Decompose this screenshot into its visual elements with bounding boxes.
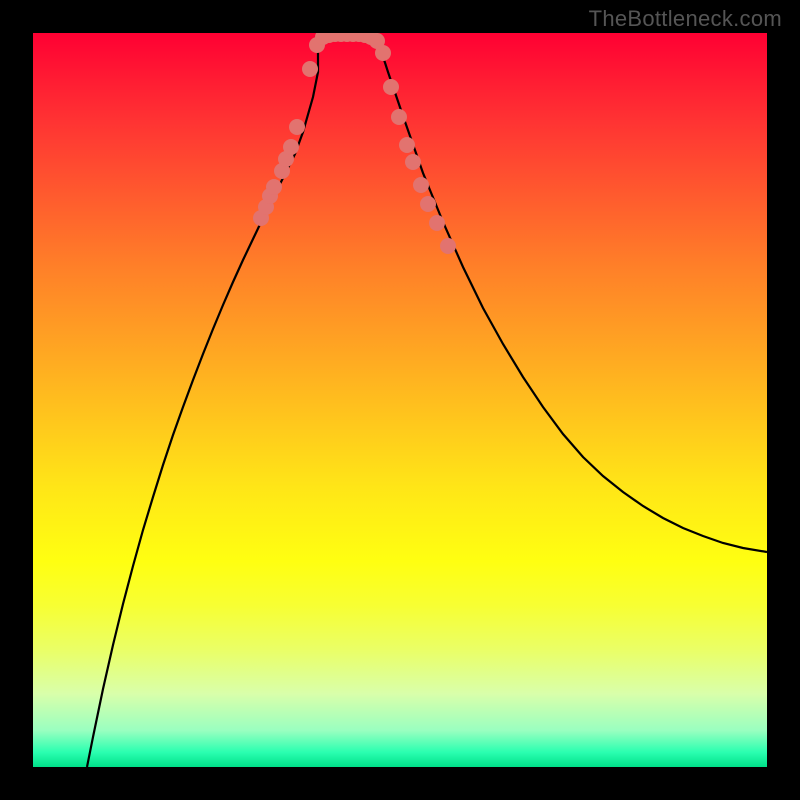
marker-point (440, 238, 456, 254)
watermark-label: TheBottleneck.com (589, 6, 782, 32)
marker-point (302, 61, 318, 77)
marker-point (391, 109, 407, 125)
marker-point (266, 179, 282, 195)
marker-point (413, 177, 429, 193)
marker-point (383, 79, 399, 95)
marker-point (420, 196, 436, 212)
curve-path (87, 34, 767, 767)
marker-point (399, 137, 415, 153)
marker-group (253, 33, 456, 254)
chart-frame: TheBottleneck.com (0, 0, 800, 800)
marker-point (289, 119, 305, 135)
marker-point (375, 45, 391, 61)
marker-point (429, 215, 445, 231)
curve-path-group (87, 34, 767, 767)
marker-point (405, 154, 421, 170)
plot-area (33, 33, 767, 767)
bottleneck-curve (33, 33, 767, 767)
marker-point (283, 139, 299, 155)
